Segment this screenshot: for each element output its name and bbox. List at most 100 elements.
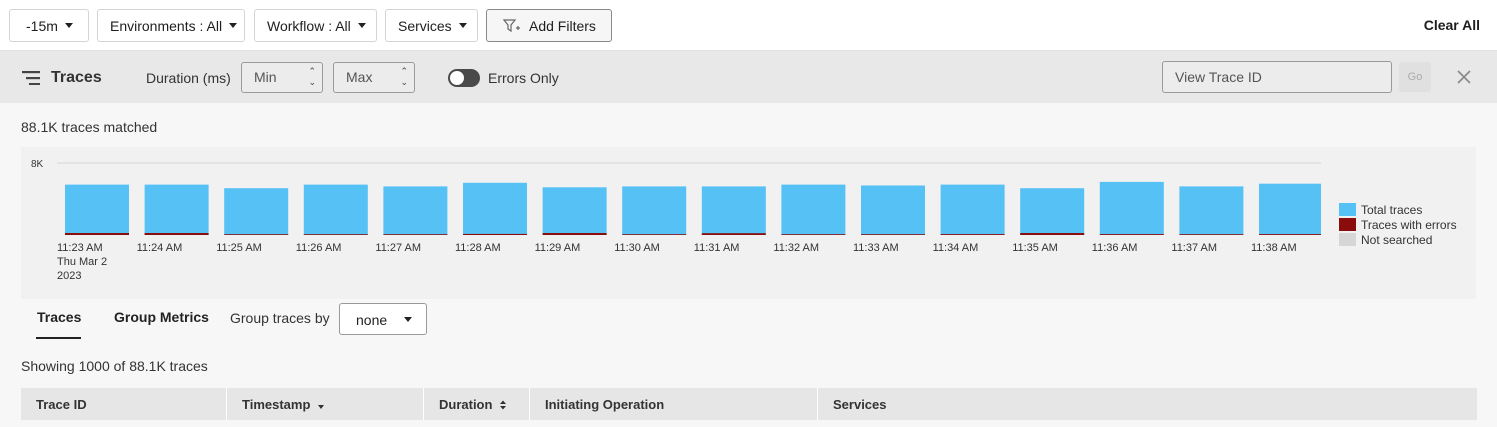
bar-traces-with-errors	[383, 234, 448, 235]
bar-total-traces	[1179, 186, 1244, 235]
x-tick-label: 11:25 AM	[216, 242, 262, 254]
bar-traces-with-errors	[861, 234, 925, 235]
x-tick-label: 11:26 AM	[296, 242, 342, 254]
trace-id-input[interactable]: View Trace ID	[1162, 61, 1392, 93]
x-tick-label: 11:23 AM	[57, 242, 103, 254]
bar-total-traces	[463, 182, 527, 235]
active-tab-indicator	[36, 337, 81, 339]
traces-histogram: 8K 11:23 AM 11:24 AM 11:25 AM 11:26 AM 11:27 …	[21, 147, 1476, 299]
duration-min-input[interactable]: Min ⌃ ⌄	[241, 62, 323, 93]
column-header-trace-id[interactable]: Trace ID	[21, 388, 227, 420]
add-filters-button[interactable]: Add Filters	[486, 9, 612, 42]
bar-total-traces	[542, 187, 607, 235]
sort-desc-icon	[318, 405, 325, 409]
column-header-timestamp[interactable]: Timestamp	[227, 388, 424, 420]
legend-swatch	[1339, 218, 1356, 231]
x-tick-label: 11:28 AM	[455, 242, 501, 254]
y-tick-label: 8K	[31, 159, 44, 170]
go-button[interactable]: Go	[1399, 62, 1431, 92]
bar-total-traces	[622, 186, 687, 235]
bar-traces-with-errors	[542, 233, 607, 235]
group-by-label: Group traces by	[230, 310, 330, 326]
filter-bar: -15m Environments : All Workflow : All S…	[0, 0, 1497, 51]
bar-total-traces	[701, 186, 766, 235]
traces-icon	[22, 71, 40, 85]
legend-item: Total traces	[1339, 202, 1457, 217]
x-tick-label: 11:37 AM	[1171, 242, 1217, 254]
bar-traces-with-errors	[303, 234, 368, 235]
bar-total-traces	[65, 184, 129, 235]
group-by-select[interactable]: none	[339, 303, 427, 335]
chevron-down-icon	[458, 23, 467, 28]
x-tick-label: 11:30 AM	[614, 242, 660, 254]
x-tick-label: 11:38 AM	[1251, 242, 1297, 254]
x-tick-label: 11:36 AM	[1092, 242, 1138, 254]
errors-only-toggle[interactable]	[448, 69, 480, 87]
add-filters-label: Add Filters	[529, 17, 596, 34]
bar-total-traces	[940, 184, 1005, 235]
duration-label: Duration (ms)	[146, 70, 231, 86]
duration-max-input[interactable]: Max ⌃ ⌄	[333, 62, 415, 93]
x-tick-label: 11:35 AM	[1012, 242, 1058, 254]
legend-swatch	[1339, 203, 1356, 216]
x-tick-label: 11:27 AM	[375, 242, 421, 254]
x-tick-label: 11:32 AM	[773, 242, 819, 254]
x-tick-label: 11:24 AM	[137, 242, 183, 254]
tab-traces[interactable]: Traces	[37, 309, 81, 325]
column-label: Trace ID	[36, 397, 87, 412]
bar-total-traces	[861, 185, 925, 235]
bar-traces-with-errors	[622, 234, 687, 235]
toggle-knob	[450, 71, 464, 85]
duration-min-placeholder: Min	[254, 69, 277, 85]
bar-traces-with-errors	[781, 234, 846, 235]
column-label: Services	[833, 397, 887, 412]
column-label: Timestamp	[242, 397, 311, 412]
environments-filter-label: Environments : All	[110, 17, 223, 34]
chevron-down-icon	[64, 23, 73, 28]
chevron-down-icon	[229, 23, 238, 28]
duration-max-placeholder: Max	[346, 69, 373, 85]
bar-total-traces	[224, 188, 289, 235]
bar-total-traces	[1099, 181, 1164, 235]
bar-total-traces	[1259, 183, 1321, 235]
legend-swatch	[1339, 233, 1356, 246]
x-tick-label: 11:33 AM	[853, 242, 899, 254]
time-range-label: -15m	[26, 17, 58, 34]
errors-only-label: Errors Only	[488, 70, 559, 86]
bar-traces-with-errors	[1259, 234, 1321, 235]
workflow-filter-label: Workflow : All	[267, 17, 351, 34]
column-label: Duration	[439, 397, 493, 412]
chevron-down-icon	[357, 23, 366, 28]
traces-title: Traces	[51, 69, 102, 86]
showing-count: Showing 1000 of 88.1K traces	[21, 358, 208, 374]
time-range-button[interactable]: -15m	[9, 9, 89, 42]
services-filter-button[interactable]: Services	[385, 9, 478, 42]
close-icon[interactable]	[1455, 68, 1473, 86]
table-header: Trace ID Timestamp Duration Initiating O…	[21, 388, 1477, 420]
column-header-duration[interactable]: Duration	[424, 388, 530, 420]
environments-filter-button[interactable]: Environments : All	[97, 9, 245, 42]
bar-traces-with-errors	[701, 233, 766, 235]
bar-total-traces	[303, 184, 368, 235]
column-header-initiating-operation[interactable]: Initiating Operation	[530, 388, 818, 420]
traces-main: 88.1K traces matched 8K 11:23 AM 11:24 AM 1…	[0, 103, 1497, 427]
legend-item: Not searched	[1339, 232, 1457, 247]
bar-traces-with-errors	[65, 233, 129, 235]
spinner-icon[interactable]: ⌃ ⌄	[400, 66, 408, 88]
x-tick-label: 11:29 AM	[535, 242, 581, 254]
bar-total-traces	[383, 186, 448, 235]
sort-icon	[500, 400, 507, 410]
bar-traces-with-errors	[1020, 233, 1085, 235]
services-filter-label: Services	[398, 17, 452, 34]
bar-traces-with-errors	[1179, 234, 1244, 235]
tab-group-metrics[interactable]: Group Metrics	[114, 309, 209, 325]
x-tick-date-label: Thu Mar 2	[57, 256, 107, 268]
column-header-services[interactable]: Services	[818, 388, 1477, 420]
legend-item: Traces with errors	[1339, 217, 1457, 232]
workflow-filter-button[interactable]: Workflow : All	[254, 9, 377, 42]
x-tick-label: 11:34 AM	[933, 242, 979, 254]
clear-all-link[interactable]: Clear All	[1424, 17, 1480, 33]
chevron-down-icon	[404, 317, 412, 322]
spinner-icon[interactable]: ⌃ ⌄	[308, 66, 316, 88]
x-tick-date-label: 2023	[57, 270, 81, 282]
